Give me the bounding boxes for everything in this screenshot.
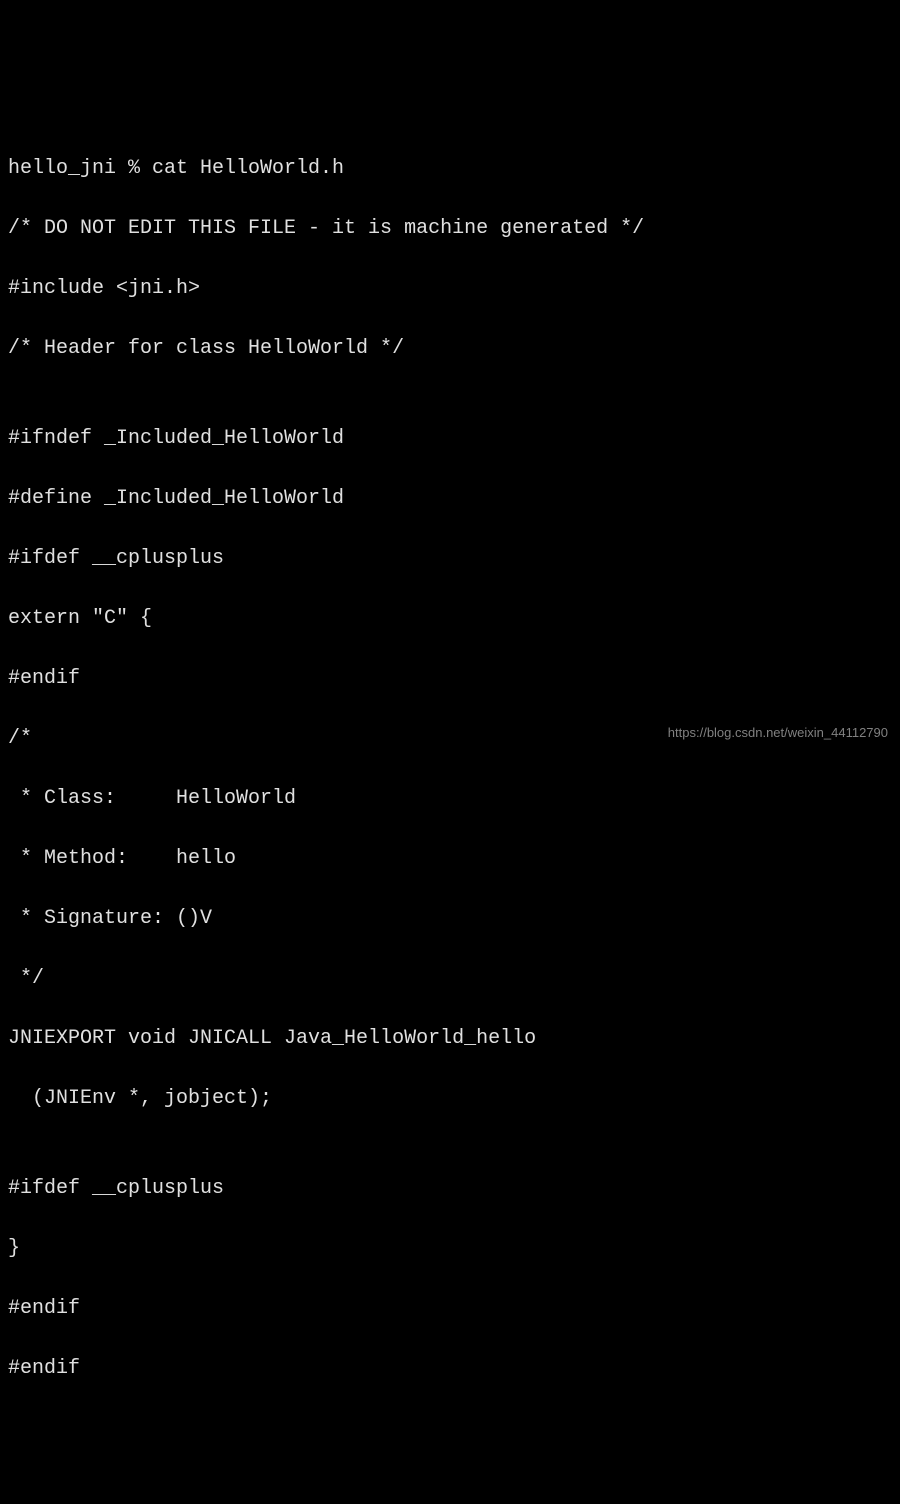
terminal-line: #ifdef __cplusplus (8, 1174, 892, 1204)
watermark-text: https://blog.csdn.net/weixin_44112790 (668, 723, 888, 743)
terminal-line: * Signature: ()V (8, 904, 892, 934)
terminal-line: * Class: HelloWorld (8, 784, 892, 814)
terminal-line: /* Header for class HelloWorld */ (8, 334, 892, 364)
terminal-line: #endif (8, 664, 892, 694)
terminal-line: #ifndef _Included_HelloWorld (8, 424, 892, 454)
terminal-line: (JNIEnv *, jobject); (8, 1084, 892, 1114)
terminal-line: JNIEXPORT void JNICALL Java_HelloWorld_h… (8, 1024, 892, 1054)
terminal-line: extern "C" { (8, 604, 892, 634)
terminal-line: #ifdef __cplusplus (8, 544, 892, 574)
terminal-line: /* DO NOT EDIT THIS FILE - it is machine… (8, 214, 892, 244)
terminal-line: * Method: hello (8, 844, 892, 874)
terminal-line: #include <jni.h> (8, 274, 892, 304)
terminal-line: #define _Included_HelloWorld (8, 484, 892, 514)
terminal-line: #endif (8, 1294, 892, 1324)
terminal-line: } (8, 1234, 892, 1264)
terminal-line: #endif (8, 1354, 892, 1384)
terminal-output: hello_jni % cat HelloWorld.h /* DO NOT E… (8, 124, 892, 1414)
terminal-line: */ (8, 964, 892, 994)
terminal-line: hello_jni % cat HelloWorld.h (8, 154, 892, 184)
